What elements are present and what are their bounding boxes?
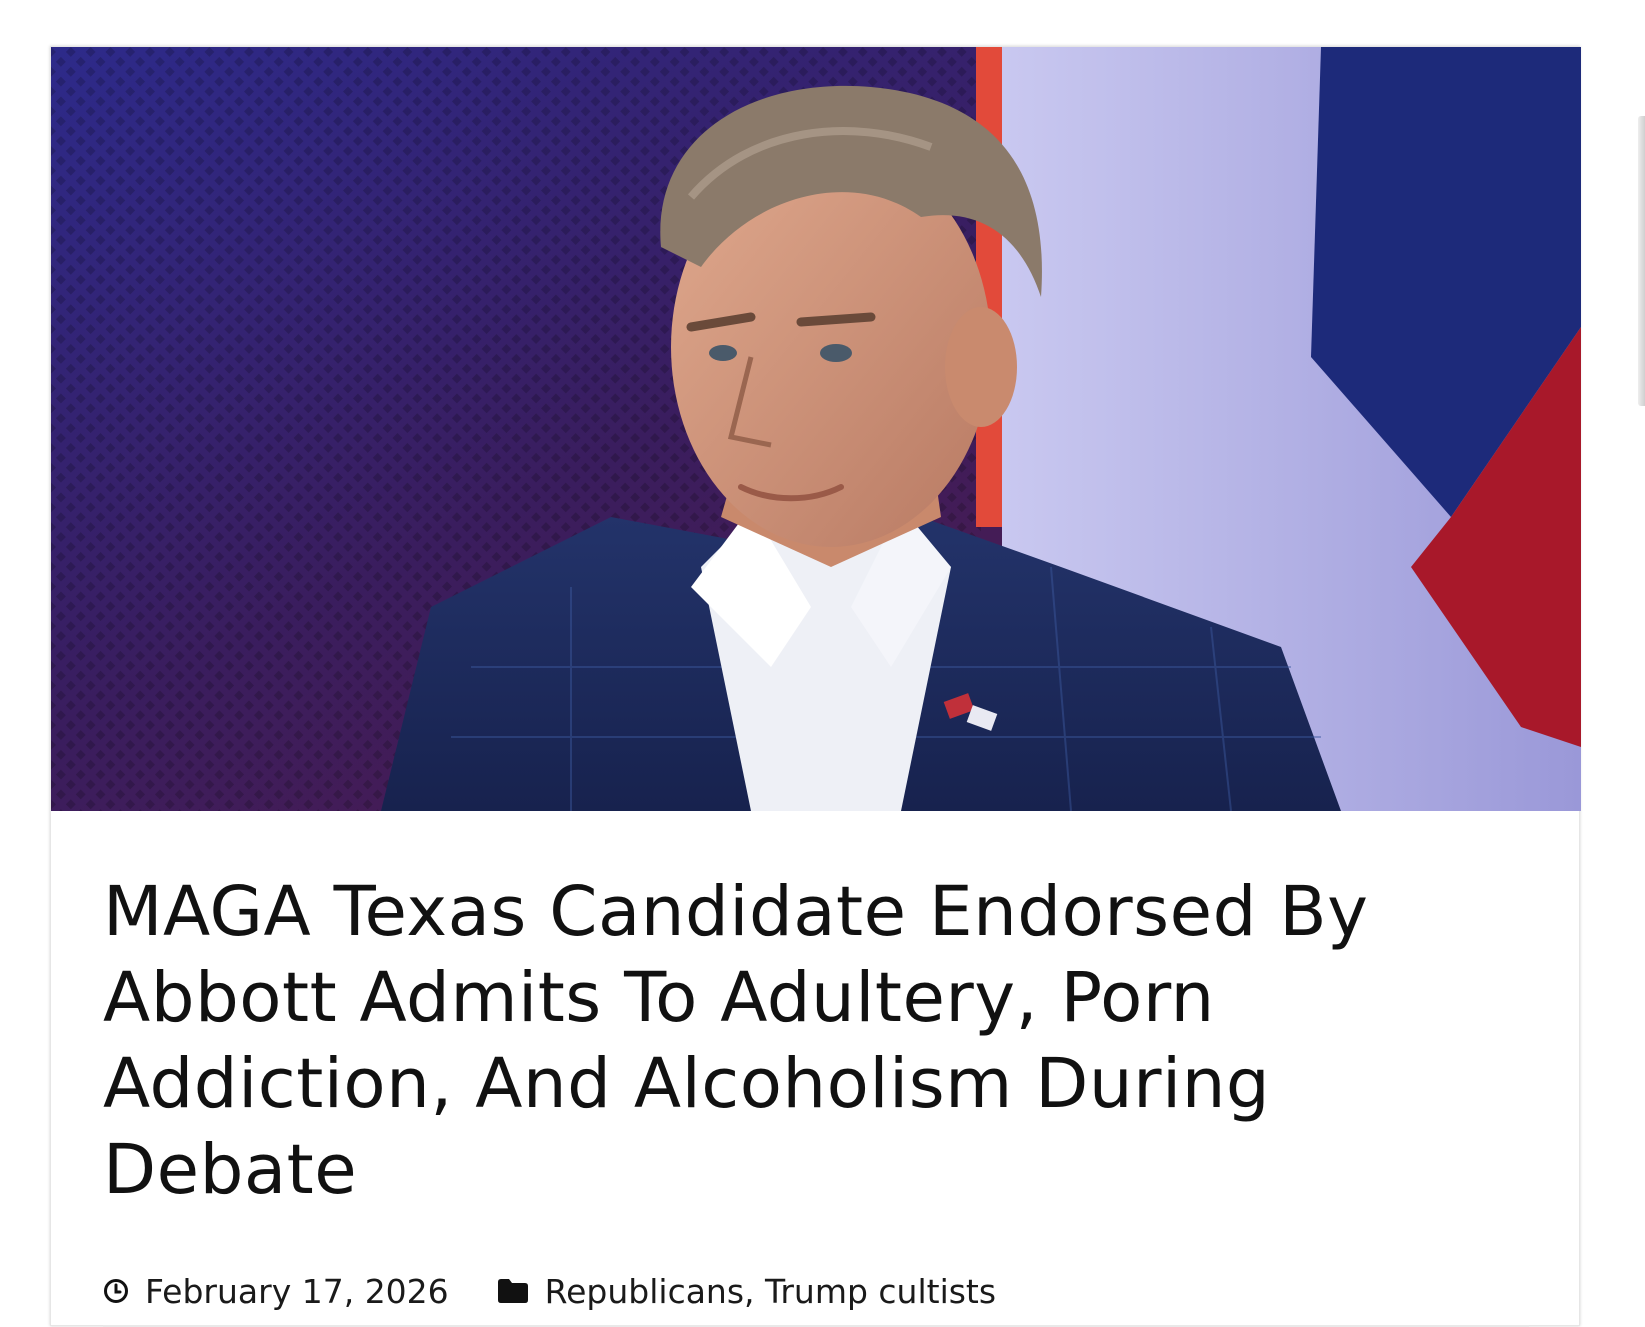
category-separator: , <box>744 1271 766 1311</box>
clock-icon <box>103 1278 129 1304</box>
folder-icon <box>497 1278 529 1304</box>
category-link-republicans[interactable]: Republicans <box>545 1272 744 1311</box>
featured-image[interactable] <box>51 47 1581 811</box>
post-date[interactable]: February 17, 2026 <box>145 1272 449 1311</box>
category-link-trump-cultists[interactable]: Trump cultists <box>765 1272 996 1311</box>
article-title[interactable]: MAGA Texas Candidate Endorsed By Abbott … <box>103 869 1523 1213</box>
adjacent-panel-edge <box>1638 116 1645 406</box>
article-card: MAGA Texas Candidate Endorsed By Abbott … <box>50 46 1581 1327</box>
article-meta: February 17, 2026 Republicans, Trump cul… <box>103 1271 996 1311</box>
